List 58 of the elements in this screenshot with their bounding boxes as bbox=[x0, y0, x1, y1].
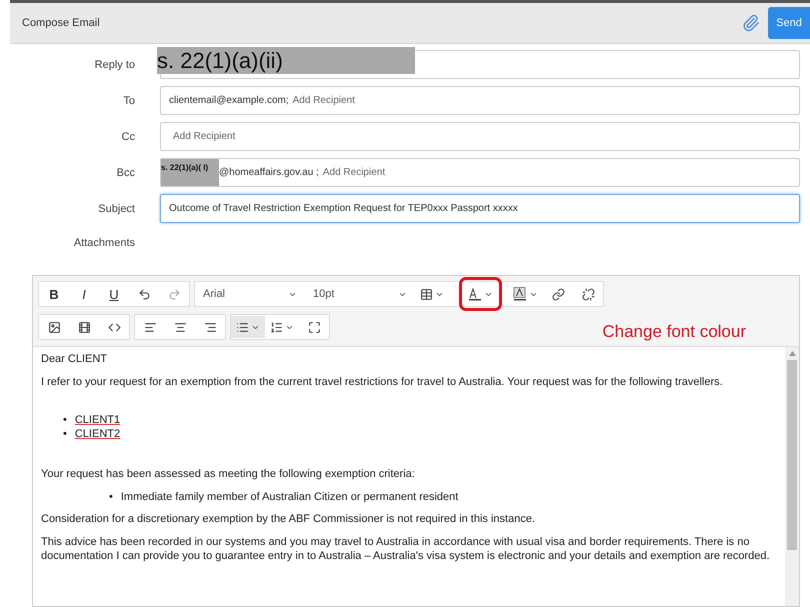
body-paragraph: Dear CLIENT bbox=[41, 353, 108, 367]
bullet-list-icon bbox=[236, 320, 249, 334]
list-item: CLIENT1 bbox=[74, 412, 120, 426]
field-label: Subject bbox=[97, 202, 135, 214]
recipient-text: clientemail@example.com; bbox=[169, 95, 289, 106]
film-icon bbox=[78, 320, 90, 334]
body-paragraph: This advice has been recorded in our systems and you may travel to Australia in accordance with usual visa and border requirements. There is no documentation I can provide you to guarantee entry in to Australia – Australia's visa system is electronic and your details and exemption are recorded. bbox=[41, 536, 771, 564]
bullet-mark: • bbox=[63, 412, 67, 426]
redo-icon bbox=[168, 288, 180, 300]
paperclip-icon[interactable] bbox=[742, 14, 760, 32]
underline-button[interactable]: U bbox=[99, 283, 129, 305]
window-title: Compose Email bbox=[22, 17, 101, 29]
field-label: Cc bbox=[120, 130, 135, 142]
bullet-list-button[interactable] bbox=[231, 316, 265, 338]
align-left-icon bbox=[144, 320, 156, 334]
recipient-text: @homeaffairs.gov.au ; bbox=[219, 167, 319, 178]
field-label: Reply to bbox=[94, 58, 135, 70]
subject-text: Outcome of Travel Restriction Exemption Request for TEP0xxx Passport xxxxx bbox=[169, 203, 518, 214]
body-paragraph: Your request has been assessed as meeting the following exemption criteria: bbox=[41, 468, 416, 482]
placeholder-text: Add Recipient bbox=[292, 95, 355, 106]
fullscreen-icon bbox=[308, 320, 320, 334]
align-center-icon bbox=[174, 320, 186, 334]
bold-button[interactable]: B bbox=[39, 283, 69, 305]
body-paragraph: I refer to your request for an exemption from the current travel restrictions for travel to Australia. Your request was for the following travellers. bbox=[41, 376, 724, 390]
align-right-icon bbox=[204, 320, 216, 334]
input-field[interactable]: s. 22(1)(a)(ii) bbox=[160, 50, 800, 79]
code-icon bbox=[108, 320, 120, 334]
send-button[interactable]: Send bbox=[768, 7, 810, 39]
font-colour-icon bbox=[468, 288, 482, 300]
bullet-mark: • bbox=[63, 426, 67, 440]
unlink-icon bbox=[582, 288, 594, 300]
scrollbar[interactable] bbox=[785, 347, 799, 606]
field-label: To bbox=[122, 94, 135, 106]
placeholder-text: Add Recipient bbox=[173, 131, 236, 142]
placeholder-text: Add Recipient bbox=[322, 167, 386, 178]
input-field[interactable]: Outcome of Travel Restriction Exemption Request for TEP0xxx Passport xxxxx bbox=[160, 194, 800, 223]
redaction-block: s. 22(1)(a)(ii) bbox=[157, 47, 415, 74]
list-item: CLIENT2 bbox=[74, 426, 120, 440]
table-icon bbox=[420, 288, 433, 300]
annotation-text: Change font colour bbox=[602, 322, 746, 342]
image-icon bbox=[48, 320, 60, 334]
size-select[interactable]: 10pt bbox=[305, 283, 415, 305]
link-icon bbox=[552, 288, 564, 300]
bullet-mark: • bbox=[109, 490, 113, 504]
input-field[interactable]: Add Recipient bbox=[160, 122, 800, 151]
body-paragraph: Consideration for a discretionary exemption by the ABF Commissioner is not required in this instance. bbox=[41, 513, 536, 527]
input-field[interactable]: s. 22(1)(a)( I) @homeaffairs.gov.au ; Add Recipient bbox=[160, 158, 800, 187]
scroll-up-icon bbox=[788, 351, 796, 356]
font-select[interactable]: Arial bbox=[195, 283, 305, 305]
field-label: Attachments bbox=[72, 237, 135, 249]
input-field[interactable]: clientemail@example.com; Add Recipient bbox=[160, 86, 800, 115]
list-item: Immediate family member of Australian Citizen or permanent resident bbox=[120, 490, 458, 504]
italic-button[interactable]: I bbox=[69, 283, 99, 305]
background-colour-icon bbox=[513, 287, 527, 301]
redaction-block: s. 22(1)(a)( I) bbox=[161, 159, 219, 186]
undo-icon bbox=[138, 288, 150, 300]
numbered-list-icon bbox=[270, 320, 283, 334]
field-label: Bcc bbox=[116, 166, 135, 178]
